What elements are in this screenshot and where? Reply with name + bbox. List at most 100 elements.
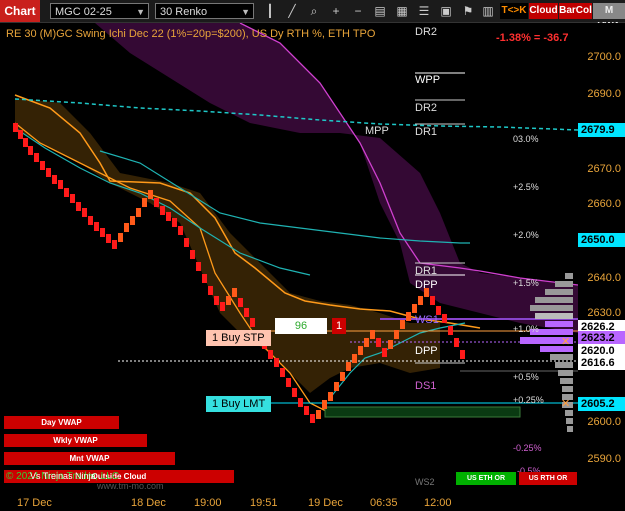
pct-label: 03.0% [513, 134, 539, 144]
price-tick: 2630.0 [587, 307, 621, 319]
price-tag-mpp: 2679.9 [578, 123, 625, 137]
bar-type-value: 30 Renko [160, 6, 208, 18]
renko-brick [160, 206, 165, 215]
order-x-marker: ✕ [561, 398, 570, 410]
data-box-icon[interactable]: ▣ [438, 3, 454, 19]
renko-brick [394, 330, 399, 339]
drawing-tool-icon[interactable]: ╱ [284, 3, 300, 19]
time-label: 19:00 [194, 497, 222, 509]
renko-brick [388, 340, 393, 349]
renko-brick [328, 392, 333, 401]
price-tag-poc: 2623.2 [578, 331, 625, 345]
level-label: DR1 [415, 265, 438, 277]
cloud-button[interactable]: Cloud [529, 3, 558, 19]
renko-brick [172, 218, 177, 227]
price-tag-buy-limit: 2605.2 [578, 397, 625, 411]
pct-label: +0.5% [513, 372, 539, 382]
us-rth-or-button[interactable]: US RTH OR [519, 472, 577, 485]
renko-brick [286, 378, 291, 387]
renko-brick [232, 288, 237, 297]
chevron-down-icon: ▼ [136, 7, 145, 17]
ichimoku-cloud-upper [95, 23, 578, 333]
order-count[interactable]: 1 [332, 318, 346, 334]
renko-brick [136, 208, 141, 217]
bar-type-selector[interactable]: 30 Renko ▼ [155, 3, 254, 19]
renko-brick [202, 274, 207, 283]
price-axis[interactable]: 2700.0 2690.0 2670.0 2660.0 2640.0 2630.… [578, 23, 625, 490]
site-watermark: www.tm-mo.com [97, 481, 164, 491]
pct-label: +1.5% [513, 278, 539, 288]
renko-brick [460, 350, 465, 359]
level-label: WPP [415, 74, 441, 86]
chevron-down-icon: ▼ [241, 7, 250, 17]
level-label: DR2 [415, 26, 438, 38]
renko-brick [322, 400, 327, 409]
renko-brick [250, 318, 255, 327]
renko-brick [106, 234, 111, 243]
properties-icon[interactable]: ▤ [372, 3, 388, 19]
monthly-vwap-button[interactable]: Mnt VWAP [4, 452, 175, 465]
bar-style-icon[interactable]: ┃ [262, 3, 278, 19]
pnl-display: -1.38% = -36.7 [496, 32, 569, 44]
price-tick: 2700.0 [587, 51, 621, 63]
buy-limit-order[interactable]: 1 Buy LMT [206, 396, 272, 412]
renko-brick [352, 354, 357, 363]
renko-brick [370, 330, 375, 339]
day-vwap-button[interactable]: Day VWAP [4, 416, 119, 429]
level-label: DR2 [415, 102, 438, 114]
weekly-vwap-button[interactable]: Wkly VWAP [4, 434, 147, 447]
order-x-marker: ✕ [561, 336, 570, 348]
chart-menu-button[interactable]: Chart [0, 0, 40, 22]
barcol-button[interactable]: BarCol [559, 3, 592, 19]
magnifier-icon[interactable]: ⌕ [306, 3, 322, 19]
level-label: DPP [415, 279, 438, 291]
zoom-in-icon[interactable]: + [328, 3, 344, 19]
price-tag-last: 2616.6 [578, 356, 625, 370]
chart-title: RE 30 (M)GC Swing Ichi Dec 22 (1%=20p=$2… [6, 28, 376, 40]
renko-brick [208, 286, 213, 295]
vwap-button[interactable]: M VWA [593, 3, 625, 32]
price-tick: 2600.0 [587, 416, 621, 428]
strategy-icon[interactable]: ▦ [394, 3, 410, 19]
watermark-2: Vs Treinas Ninja [30, 471, 96, 481]
level-label: MPP [365, 125, 389, 137]
renko-brick [340, 372, 345, 381]
renko-brick [358, 346, 363, 355]
renko-brick [226, 296, 231, 305]
renko-brick [100, 228, 105, 237]
template-icon-2[interactable]: ▥ [480, 3, 496, 19]
time-label: 06:35 [370, 497, 398, 509]
renko-brick [166, 212, 171, 221]
renko-brick [148, 190, 153, 199]
price-tick: 2640.0 [587, 272, 621, 284]
zoom-out-icon[interactable]: − [350, 3, 366, 19]
buy-stop-order[interactable]: 1 Buy STP [206, 330, 271, 346]
instrument-selector[interactable]: MGC 02-25 ▼ [50, 3, 149, 19]
renko-brick [58, 180, 63, 189]
order-quantity[interactable]: 96 [275, 318, 327, 334]
renko-brick [310, 414, 315, 423]
renko-brick [418, 296, 423, 305]
template-icon[interactable]: ⚑ [460, 3, 476, 19]
t-k-button[interactable]: T<>K [500, 3, 528, 19]
us-eth-or-button[interactable]: US ETH OR [456, 472, 516, 485]
instrument-value: MGC 02-25 [55, 6, 112, 18]
time-axis[interactable] [0, 490, 578, 511]
renko-brick [82, 208, 87, 217]
renko-brick [94, 222, 99, 231]
renko-brick [364, 338, 369, 347]
renko-brick [40, 161, 45, 170]
renko-brick [76, 202, 81, 211]
renko-brick [412, 304, 417, 313]
pct-label: +0.25% [513, 395, 544, 405]
time-label: 17 Dec [17, 497, 52, 509]
renko-brick [448, 326, 453, 335]
price-tag-level: 2650.0 [578, 233, 625, 247]
pct-label: +2.5% [513, 182, 539, 192]
renko-brick [88, 216, 93, 225]
renko-brick [130, 216, 135, 225]
renko-brick [292, 388, 297, 397]
renko-brick [280, 368, 285, 377]
renko-brick [142, 198, 147, 207]
chart-trader-icon[interactable]: ☰ [416, 3, 432, 19]
